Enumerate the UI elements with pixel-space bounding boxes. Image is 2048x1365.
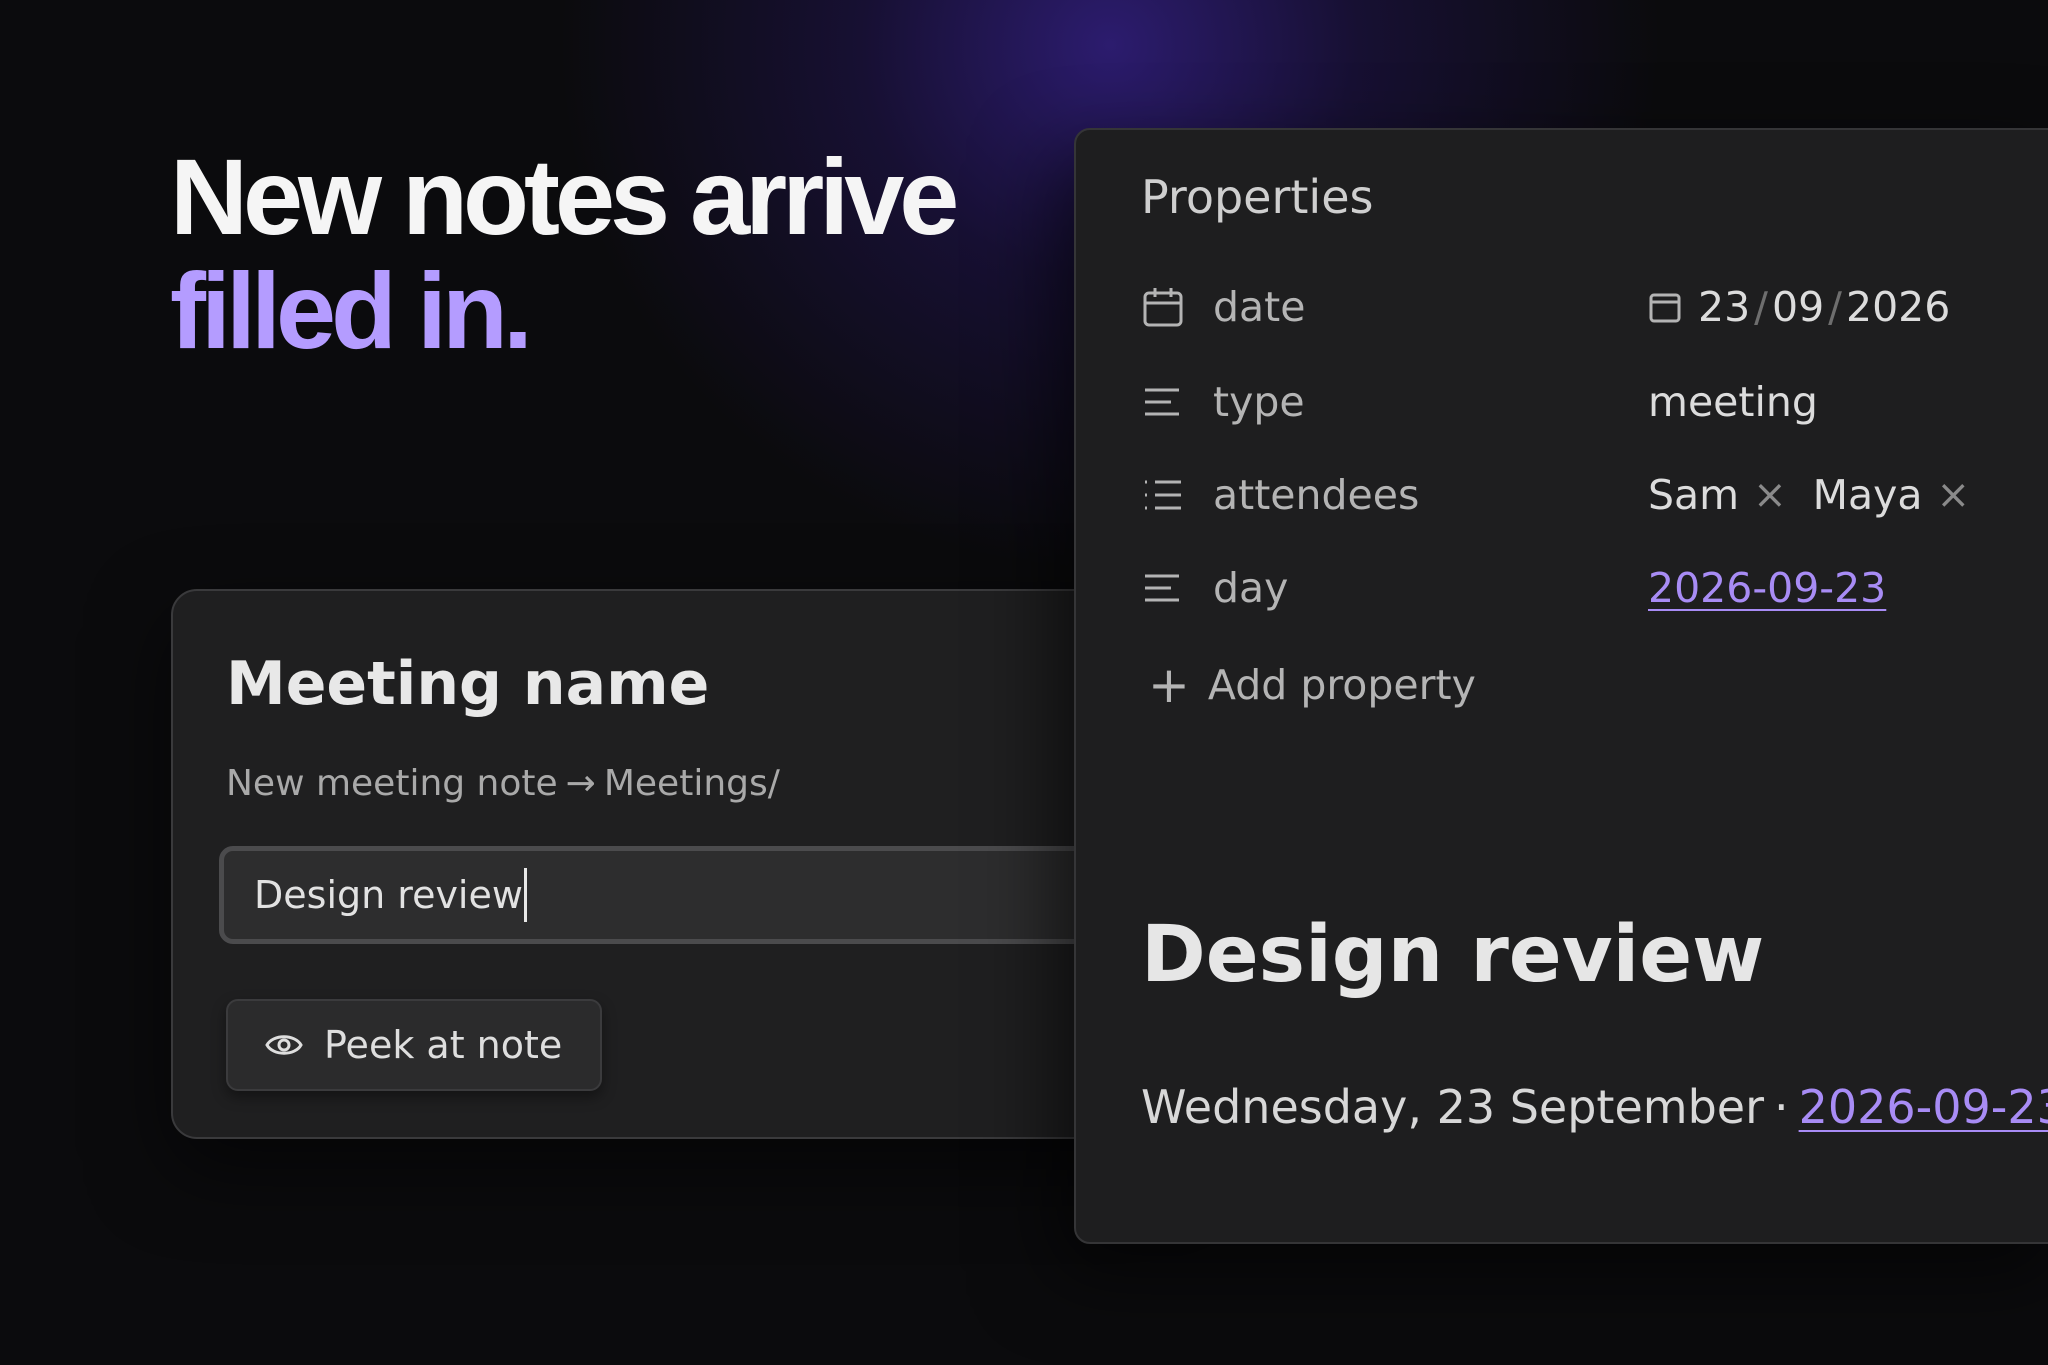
property-row-attendees[interactable]: attendees Sam × Maya × bbox=[1141, 463, 2041, 527]
remove-icon[interactable]: × bbox=[1753, 472, 1787, 518]
text-caret bbox=[523, 868, 527, 922]
hero-headline: New notes arrive filled in. bbox=[170, 136, 959, 371]
date-separator: / bbox=[1828, 283, 1842, 331]
note-date-separator: · bbox=[1773, 1080, 1789, 1134]
note-preview-panel: Properties date 23 / 09 / 2026 type meet… bbox=[1074, 128, 2048, 1244]
property-value-date[interactable]: 23 / 09 / 2026 bbox=[1648, 283, 1950, 331]
hero-line-2: filled in. bbox=[170, 250, 533, 371]
date-month: 09 bbox=[1772, 283, 1825, 331]
peek-button-label: Peek at note bbox=[324, 1023, 563, 1067]
property-key-type: type bbox=[1213, 378, 1305, 426]
target-folder: Meetings/ bbox=[603, 763, 780, 804]
property-key-day: day bbox=[1213, 564, 1289, 612]
date-day: 23 bbox=[1698, 283, 1751, 331]
note-date-text: Wednesday, 23 September bbox=[1141, 1080, 1764, 1134]
add-property-label: Add property bbox=[1207, 661, 1476, 709]
meeting-name-modal: Meeting name New meeting note → Meetings/ … bbox=[171, 589, 1219, 1139]
template-name: New meeting note bbox=[226, 763, 558, 804]
property-value-type[interactable]: meeting bbox=[1648, 378, 1818, 426]
attendee-chip[interactable]: Maya × bbox=[1813, 471, 1970, 519]
text-lines-icon bbox=[1145, 388, 1179, 416]
property-key-attendees: attendees bbox=[1213, 471, 1420, 519]
text-lines-icon bbox=[1145, 574, 1179, 602]
meeting-name-input[interactable]: Design review bbox=[219, 846, 1219, 944]
list-icon bbox=[1145, 480, 1181, 510]
property-value-day-link[interactable]: 2026-09-23 bbox=[1648, 564, 1886, 612]
property-value-attendees[interactable]: Sam × Maya × bbox=[1648, 471, 1996, 519]
meeting-name-input-value: Design review bbox=[254, 873, 523, 917]
modal-subtitle: New meeting note → Meetings/ bbox=[226, 763, 780, 804]
hero-line-1: New notes arrive bbox=[170, 136, 959, 257]
calendar-icon bbox=[1143, 288, 1183, 327]
remove-icon[interactable]: × bbox=[1937, 472, 1971, 518]
property-row-type[interactable]: type meeting bbox=[1141, 370, 2041, 434]
note-date-link[interactable]: 2026-09-23 bbox=[1799, 1080, 2048, 1134]
attendee-chip[interactable]: Sam × bbox=[1648, 471, 1787, 519]
modal-title: Meeting name bbox=[226, 649, 710, 719]
arrow-right-icon: → bbox=[565, 763, 596, 804]
date-separator: / bbox=[1754, 283, 1768, 331]
note-date-line: Wednesday, 23 September · 2026-09-23 bbox=[1141, 1080, 2048, 1134]
attendee-name: Sam bbox=[1648, 471, 1740, 519]
property-row-date[interactable]: date 23 / 09 / 2026 bbox=[1141, 275, 2041, 339]
property-row-day[interactable]: day 2026-09-23 bbox=[1141, 556, 2041, 620]
plus-icon: + bbox=[1148, 656, 1190, 714]
eye-icon bbox=[265, 1035, 303, 1055]
add-property-button[interactable]: + Add property bbox=[1148, 660, 1476, 710]
properties-heading: Properties bbox=[1141, 170, 1374, 224]
date-year: 2026 bbox=[1846, 283, 1951, 331]
property-key-date: date bbox=[1213, 283, 1306, 331]
attendee-name: Maya bbox=[1812, 471, 1923, 519]
peek-at-note-button[interactable]: Peek at note bbox=[226, 999, 603, 1091]
note-title: Design review bbox=[1141, 910, 1765, 1000]
calendar-icon[interactable] bbox=[1648, 290, 1682, 324]
